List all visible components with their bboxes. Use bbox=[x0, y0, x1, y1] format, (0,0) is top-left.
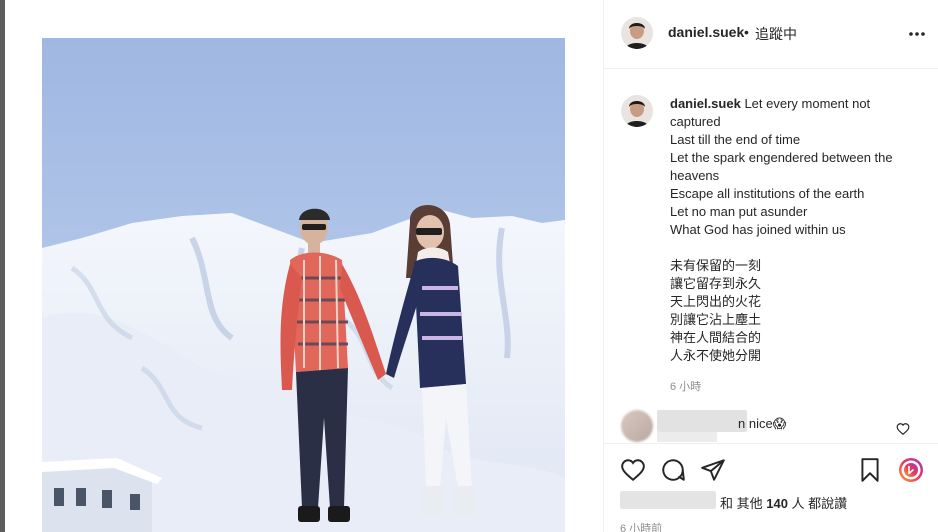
comment-text: n nice😱 bbox=[738, 416, 787, 431]
comment-icon[interactable] bbox=[660, 457, 686, 483]
author-avatar[interactable] bbox=[621, 17, 653, 49]
post-header: daniel.suek • 追蹤中 bbox=[604, 0, 938, 69]
caption-username-link[interactable]: daniel.suek bbox=[670, 96, 741, 111]
snow-mountain-couple-image bbox=[42, 38, 565, 532]
following-status-button[interactable]: 追蹤中 bbox=[755, 24, 797, 44]
post-caption: daniel.suek Let every moment not capture… bbox=[670, 95, 920, 365]
post-timestamp[interactable]: 6 小時前 bbox=[620, 520, 662, 532]
likes-summary[interactable]: 和 其他 140 人 都說讚 bbox=[620, 491, 930, 511]
likes-count[interactable]: 140 bbox=[766, 496, 788, 511]
caption-line-zh: 天上閃出的火花 bbox=[670, 294, 762, 309]
bookmark-icon[interactable] bbox=[857, 457, 883, 483]
heart-icon[interactable] bbox=[620, 457, 646, 483]
instagram-gradient-icon[interactable] bbox=[898, 457, 924, 483]
caption-line-zh: 未有保留的一刻 bbox=[670, 258, 762, 273]
commenter-avatar-blurred[interactable] bbox=[621, 410, 653, 442]
caption-author-avatar[interactable] bbox=[621, 95, 653, 127]
commenter-name-blurred-2 bbox=[657, 432, 717, 442]
post-media-area bbox=[5, 0, 603, 532]
author-username-link[interactable]: daniel.suek bbox=[668, 24, 744, 40]
caption-line: Escape all institutions of the earth bbox=[670, 186, 865, 201]
post-side-panel: daniel.suek • 追蹤中 daniel.suek Let every … bbox=[603, 0, 938, 532]
caption-line-zh: 神在人間結合的 bbox=[670, 330, 762, 345]
comment-heart-icon[interactable] bbox=[896, 422, 910, 436]
paper-plane-icon[interactable] bbox=[700, 457, 726, 483]
caption-line-zh: 別讓它沾上塵土 bbox=[670, 312, 762, 327]
comment-item: n nice😱 bbox=[621, 410, 921, 442]
comments-area: daniel.suek Let every moment not capture… bbox=[604, 69, 938, 443]
likes-prefix: 和 其他 bbox=[720, 496, 767, 511]
post-photo[interactable] bbox=[42, 38, 565, 532]
caption-line: Let no man put asunder bbox=[670, 204, 808, 219]
caption-timestamp[interactable]: 6 小時 bbox=[670, 378, 701, 394]
post-actions: 和 其他 140 人 都說讚 6 小時前 bbox=[604, 443, 938, 532]
caption-line-zh: 讓它留存到永久 bbox=[670, 276, 762, 291]
caption-line: captured bbox=[670, 114, 721, 129]
caption-line-zh: 人永不使她分開 bbox=[670, 348, 762, 363]
more-options-icon[interactable] bbox=[907, 24, 927, 44]
caption-line: Last till the end of time bbox=[670, 132, 801, 147]
commenter-name-blurred bbox=[657, 410, 747, 432]
liker-names-blurred bbox=[620, 491, 716, 509]
likes-text: 和 其他 140 人 都說讚 bbox=[720, 493, 847, 512]
caption-line: Let every moment not bbox=[744, 96, 871, 111]
separator-dot: • bbox=[744, 24, 749, 40]
caption-line: What God has joined within us bbox=[670, 222, 846, 237]
caption-line: Let the spark engendered between the bbox=[670, 150, 893, 165]
likes-suffix: 人 都說讚 bbox=[787, 496, 848, 511]
caption-line: heavens bbox=[670, 168, 720, 183]
